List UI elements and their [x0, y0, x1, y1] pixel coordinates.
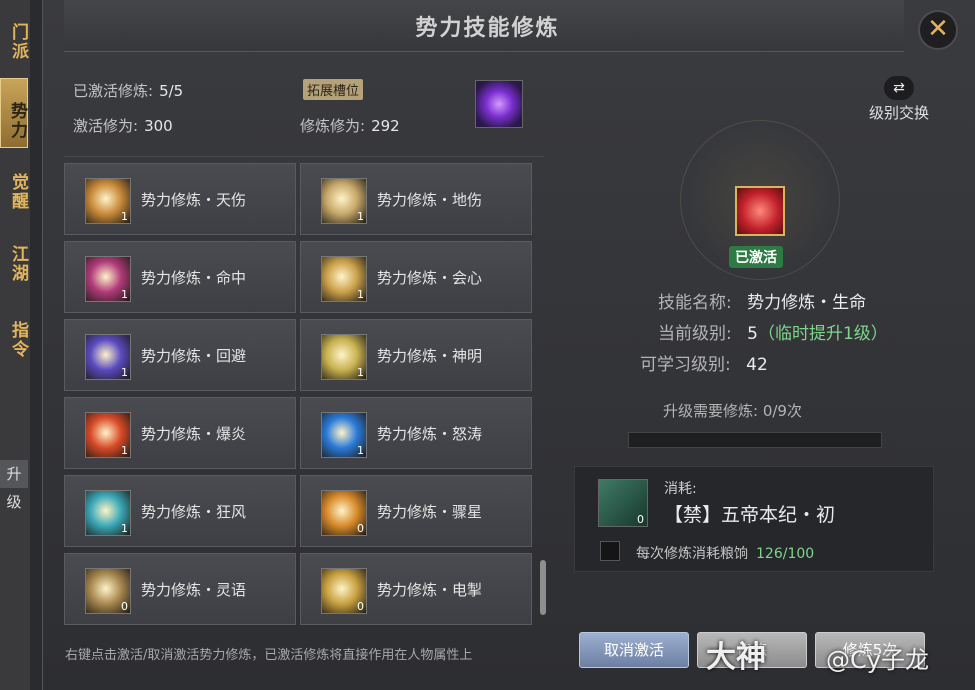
- skill-icon: 1: [85, 178, 131, 224]
- train-power-stat: 修炼修为: 292: [300, 115, 400, 136]
- skill-huixin[interactable]: 1 势力修炼・会心: [300, 241, 532, 313]
- skill-name-row: 技能名称: 势力修炼・生命: [658, 288, 866, 313]
- skill-name: 势力修炼・会心: [377, 269, 483, 287]
- side-tab-jianghu[interactable]: 江湖: [0, 240, 28, 288]
- skill-icon: 1: [85, 490, 131, 536]
- side-tab-command[interactable]: 指令: [0, 316, 28, 364]
- skill-baoyan[interactable]: 1 势力修炼・爆炎: [64, 397, 296, 469]
- skill-icon: 1: [85, 412, 131, 458]
- cancel-activation-button[interactable]: 取消激活: [579, 632, 689, 668]
- side-tab-awaken[interactable]: 觉醒: [0, 168, 28, 216]
- book-count: 0: [637, 513, 644, 526]
- skill-level: 0: [357, 600, 364, 613]
- skill-name: 势力修炼・怒涛: [377, 425, 483, 443]
- upgrade-requirement: 升级需要修炼: 0/9次: [663, 402, 802, 420]
- watermark-logo: 大神: [706, 640, 766, 675]
- skill-level: 1: [357, 366, 364, 379]
- activate-power-stat: 激活修为: 300: [73, 115, 173, 136]
- train-power-label: 修炼修为:: [300, 117, 366, 135]
- ration-text: 每次修炼消耗粮饷: [636, 546, 748, 562]
- skill-level: 0: [357, 522, 364, 535]
- expand-slot-button[interactable]: 拓展槽位: [303, 79, 364, 100]
- skill-icon: 1: [85, 334, 131, 380]
- skill-tianshang[interactable]: 1 势力修炼・天伤: [64, 163, 296, 235]
- skill-icon: 0: [321, 490, 367, 536]
- watermark-user: @Cy子龙: [826, 646, 929, 674]
- skill-level: 1: [121, 210, 128, 223]
- hint-text: 右键点击激活/取消激活势力修炼，已激活修炼将直接作用在人物属性上: [65, 648, 473, 663]
- skill-icon: 1: [321, 178, 367, 224]
- skill-kuangfeng[interactable]: 1 势力修炼・狂风: [64, 475, 296, 547]
- skill-shenming[interactable]: 1 势力修炼・神明: [300, 319, 532, 391]
- skill-zhouxing[interactable]: 0 势力修炼・骤星: [300, 475, 532, 547]
- skill-name: 势力修炼・狂风: [141, 503, 247, 521]
- skill-list[interactable]: 1 势力修炼・天伤 1 势力修炼・地伤 1 势力修炼・命中 1 势力修炼・会心 …: [64, 156, 544, 632]
- skill-name: 势力修炼・电掣: [377, 581, 483, 599]
- skill-mingzhong[interactable]: 1 势力修炼・命中: [64, 241, 296, 313]
- activated-badge: 已激活: [729, 246, 783, 268]
- side-upgrade-tab[interactable]: 升级: [0, 460, 28, 511]
- skill-nutao[interactable]: 1 势力修炼・怒涛: [300, 397, 532, 469]
- skill-name: 势力修炼・天伤: [141, 191, 247, 209]
- side-tab-faction[interactable]: 势力: [0, 78, 28, 148]
- current-level-value: 5（临时提升1级）: [747, 324, 888, 344]
- ration-checkbox[interactable]: [600, 541, 620, 561]
- skill-dishang[interactable]: 1 势力修炼・地伤: [300, 163, 532, 235]
- skill-icon: 0: [85, 568, 131, 614]
- skill-name: 势力修炼・爆炎: [141, 425, 247, 443]
- skill-name: 势力修炼・神明: [377, 347, 483, 365]
- skill-name-value: 势力修炼・生命: [747, 293, 867, 313]
- swap-label: 级别交换: [868, 104, 929, 122]
- skill-name: 势力修炼・骤星: [377, 503, 483, 521]
- book-icon[interactable]: 0: [598, 479, 648, 527]
- skill-level: 1: [121, 522, 128, 535]
- ration-label: 每次修炼消耗粮饷 126/100: [636, 543, 814, 563]
- skill-name: 势力修炼・地伤: [377, 191, 483, 209]
- learn-level-row: 可学习级别: 42: [640, 350, 768, 375]
- heart-icon: [735, 186, 785, 236]
- skill-lingyu[interactable]: 0 势力修炼・灵语: [64, 553, 296, 625]
- skill-name: 势力修炼・回避: [141, 347, 247, 365]
- upgrade-progress-bar: [628, 432, 882, 448]
- skill-level: 1: [121, 366, 128, 379]
- level-number: 5: [747, 324, 758, 344]
- train-power-value: 292: [371, 117, 400, 135]
- activate-power-label: 激活修为:: [73, 117, 139, 135]
- activated-value: 5/5: [159, 82, 184, 100]
- skill-dianche[interactable]: 0 势力修炼・电掣: [300, 553, 532, 625]
- current-level-label: 当前级别:: [658, 324, 732, 344]
- skill-level: 0: [121, 600, 128, 613]
- skill-level: 1: [357, 210, 364, 223]
- cultivation-orb-icon[interactable]: [475, 80, 523, 128]
- page-title: 势力技能修炼: [415, 16, 560, 41]
- skill-icon: 1: [321, 334, 367, 380]
- close-button[interactable]: ✕: [918, 10, 958, 50]
- consume-label: 消耗:: [664, 481, 697, 497]
- skill-list-scrollbar[interactable]: [540, 560, 546, 615]
- skill-level: 1: [357, 288, 364, 301]
- skill-icon: 1: [321, 256, 367, 302]
- level-bonus: （临时提升1级）: [757, 324, 888, 344]
- activate-power-value: 300: [144, 117, 173, 135]
- consume-item-name: 【禁】五帝本纪・初: [664, 504, 836, 526]
- skill-level: 1: [121, 288, 128, 301]
- skill-name: 势力修炼・灵语: [141, 581, 247, 599]
- ration-value: 126/100: [756, 546, 815, 562]
- learn-level-value: 42: [746, 355, 768, 375]
- level-swap-button[interactable]: ⇄ 级别交换: [862, 76, 936, 123]
- skill-level: 1: [357, 444, 364, 457]
- current-level-row: 当前级别: 5（临时提升1级）: [658, 319, 888, 344]
- swap-icon: ⇄: [884, 76, 914, 100]
- activated-label: 已激活修炼:: [73, 82, 154, 100]
- skill-name: 势力修炼・命中: [141, 269, 247, 287]
- learn-level-label: 可学习级别:: [640, 355, 731, 375]
- side-tab-bar: 门派 势力 觉醒 江湖 指令 升级: [0, 0, 30, 690]
- skill-name-label: 技能名称:: [658, 293, 732, 313]
- skill-level: 1: [121, 444, 128, 457]
- skill-icon: 1: [321, 412, 367, 458]
- skill-icon: 0: [321, 568, 367, 614]
- skill-huibi[interactable]: 1 势力修炼・回避: [64, 319, 296, 391]
- activated-stat: 已激活修炼: 5/5: [73, 80, 183, 101]
- skill-icon: 1: [85, 256, 131, 302]
